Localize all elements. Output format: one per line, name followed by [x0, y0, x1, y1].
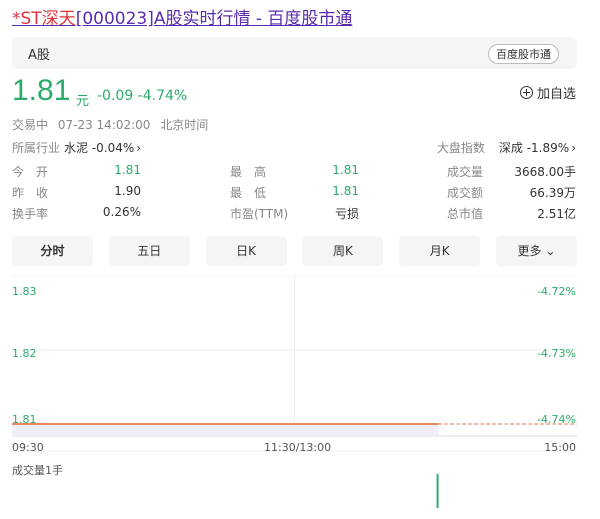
stock-name: *ST深天: [12, 9, 76, 29]
stat-value: 1.81: [114, 163, 141, 177]
page-title-link[interactable]: *ST深天[000023]A股实时行情 - 百度股市通: [12, 4, 352, 29]
pct-tick-label: -4.74%: [537, 413, 576, 426]
stat-value: 亏损: [334, 207, 359, 221]
tab-intraday[interactable]: 分时: [12, 236, 93, 266]
y-tick-label: 1.83: [12, 285, 37, 298]
stat-value: 3668.00手: [514, 165, 576, 179]
pct-tick-label: -4.72%: [537, 285, 576, 298]
industry-info[interactable]: 所属行业 水泥 -0.04% ›: [12, 139, 141, 156]
stat-value: 1.81: [332, 184, 359, 198]
stat-label: 今 开: [12, 165, 49, 179]
stat-label: 成交量: [447, 165, 484, 179]
period-tabs: 分时 五日 日K 周K 月K 更多 ⌄: [12, 236, 577, 266]
market-index-info[interactable]: 大盘指数 深成 -1.89% ›: [437, 139, 576, 156]
stat-label: 成交额: [447, 186, 484, 200]
chevron-right-icon: ›: [136, 141, 142, 155]
x-tick-label: 09:30: [12, 441, 44, 454]
industry-value: 水泥 -0.04%: [64, 141, 135, 155]
tab-weekly-k[interactable]: 周K: [302, 236, 384, 266]
stats-row: 换手率 0.26% 市盈(TTM) 亏损 总市值 2.51亿: [12, 205, 577, 226]
more-label: 更多: [517, 244, 542, 258]
intraday-chart[interactable]: 1.83 1.82 1.81 -4.72% -4.73% -4.74% 09:3…: [12, 276, 577, 519]
stat-label: 昨 收: [12, 186, 49, 200]
tab-more[interactable]: 更多 ⌄: [495, 236, 577, 266]
trading-status: 交易中 07-23 14:02:00 北京时间: [12, 116, 214, 133]
tab-five-day[interactable]: 五日: [108, 236, 190, 266]
intraday-chart-svg: [12, 276, 577, 508]
add-watchlist-button[interactable]: 加自选: [519, 83, 576, 102]
stat-label: 最 低: [230, 186, 267, 200]
volume-label: 成交量1手: [12, 464, 63, 477]
stats-row: 今 开 1.81 最 高 1.81 成交量 3668.00手: [12, 163, 577, 184]
title-rest: [000023]A股实时行情 - 百度股市通: [75, 9, 353, 29]
trading-datetime: 07-23 14:02:00: [57, 118, 151, 132]
stat-label: 换手率: [12, 207, 49, 221]
price-unit: 元: [76, 94, 90, 109]
stat-label: 最 高: [230, 165, 267, 179]
price-area: [12, 424, 439, 436]
x-tick-label: 11:30/13:00: [264, 441, 332, 454]
chevron-down-icon: ⌄: [545, 244, 556, 258]
industry-label: 所属行业: [12, 141, 61, 155]
stat-value: 1.90: [114, 184, 141, 198]
tab-monthly-k[interactable]: 月K: [399, 236, 481, 266]
x-tick-label: 15:00: [544, 441, 576, 454]
tab-daily-k[interactable]: 日K: [205, 236, 287, 266]
stat-value: 0.26%: [102, 205, 141, 219]
stat-label: 总市值: [447, 207, 484, 221]
pct-tick-label: -4.73%: [537, 347, 576, 360]
index-value: 深成 -1.89%: [498, 141, 570, 155]
price-change: -0.09 -4.74%: [97, 88, 188, 104]
current-price: 1.81: [12, 74, 71, 107]
y-tick-label: 1.81: [12, 413, 37, 426]
add-watchlist-label: 加自选: [536, 87, 576, 102]
market-tabbar: A股 百度股市通: [12, 37, 577, 69]
tab-a-share[interactable]: A股: [28, 44, 50, 63]
timezone-label: 北京时间: [160, 118, 209, 132]
stat-value: 2.51亿: [537, 207, 576, 221]
stats-row: 昨 收 1.90 最 低 1.81 成交额 66.39万: [12, 184, 577, 205]
y-tick-label: 1.82: [12, 347, 37, 360]
stat-value: 1.81: [332, 163, 359, 177]
index-label: 大盘指数: [436, 141, 485, 155]
chevron-right-icon: ›: [571, 141, 576, 155]
brand-badge[interactable]: 百度股市通: [488, 44, 559, 64]
stat-label: 市盈(TTM): [230, 207, 289, 221]
trading-state: 交易中: [12, 118, 49, 132]
stats-grid: 今 开 1.81 最 高 1.81 成交量 3668.00手 昨 收 1.90 …: [12, 163, 577, 226]
stat-value: 66.39万: [529, 186, 576, 200]
plus-circle-icon: [519, 86, 533, 99]
